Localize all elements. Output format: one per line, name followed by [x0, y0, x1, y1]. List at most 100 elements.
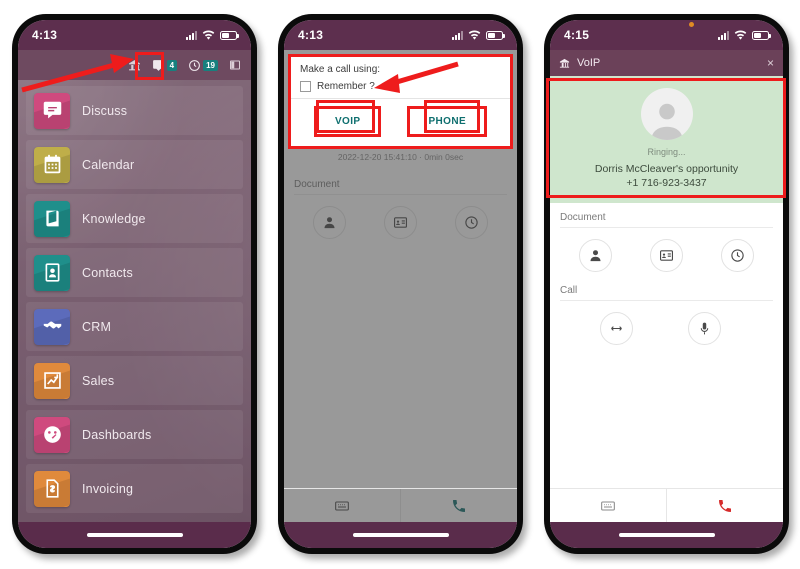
keypad-icon	[601, 500, 615, 511]
phone-call-dialog: 4:13 Dorris McCleaver's opportunity +1 7…	[278, 14, 523, 554]
knowledge-icon	[34, 200, 70, 237]
caller-number: +1 716-923-3437	[626, 177, 707, 189]
remember-checkbox[interactable]	[300, 81, 311, 92]
messages-badge: 4	[166, 59, 178, 71]
app-label: Invoicing	[82, 481, 134, 496]
dialog-actions: VOIP PHONE	[291, 98, 510, 146]
app-item-dashboards[interactable]: Dashboards	[26, 410, 243, 459]
tab-keypad[interactable]	[550, 489, 666, 522]
app-item-contacts[interactable]: Contacts	[26, 248, 243, 297]
ringing-status: Ringing...	[647, 147, 686, 157]
status-icons	[452, 30, 505, 40]
phone3-status-bar: 4:15	[550, 20, 783, 50]
phone2-content: Dorris McCleaver's opportunity +1 716-92…	[284, 50, 517, 488]
phone1-app-bar: 4 19	[18, 50, 251, 80]
battery-icon	[486, 30, 505, 40]
app-item-discuss[interactable]: Discuss	[26, 86, 243, 135]
app-item-calendar[interactable]: Calendar	[26, 140, 243, 189]
messages-indicator[interactable]: 4	[152, 59, 178, 72]
voip-phone-icon[interactable]	[128, 59, 141, 72]
discuss-icon	[34, 92, 70, 129]
panel-toggle-icon[interactable]	[229, 59, 241, 71]
voip-phone-icon	[559, 58, 570, 68]
phone-button[interactable]: PHONE	[407, 106, 488, 137]
call-actions	[560, 303, 773, 349]
wifi-icon	[468, 30, 481, 40]
recording-dot-icon	[688, 22, 694, 27]
remember-label: Remember ?	[317, 81, 375, 92]
signal-icon	[186, 30, 197, 40]
activity-badge: 19	[203, 59, 218, 71]
phone2-screen: 4:13 Dorris McCleaver's opportunity +1 7…	[284, 20, 517, 548]
document-actions	[560, 230, 773, 276]
dialog-title: Make a call using:	[300, 64, 381, 75]
person-icon[interactable]	[579, 239, 612, 272]
wifi-icon	[202, 30, 215, 40]
dashboards-icon	[34, 416, 70, 453]
app-label: Knowledge	[82, 211, 146, 226]
app-item-crm[interactable]: CRM	[26, 302, 243, 351]
battery-icon	[752, 30, 771, 40]
voip-header: VoIP ×	[550, 50, 783, 76]
dialog-body: Make a call using: Remember ?	[291, 57, 510, 98]
phone2-tabbar	[284, 488, 517, 522]
transfer-icon[interactable]	[600, 312, 634, 345]
screenshot-stage: 4:13 4 19 Discuss Calendar Knowledge Con…	[0, 0, 800, 569]
status-time: 4:13	[298, 28, 324, 42]
section-label: Document	[560, 203, 773, 228]
home-indicator[interactable]	[352, 533, 449, 537]
phone1-screen: 4:13 4 19 Discuss Calendar Knowledge Con…	[18, 20, 251, 548]
calendar-icon	[34, 146, 70, 183]
contacts-icon	[34, 254, 70, 291]
home-indicator-bar	[18, 522, 251, 548]
activity-indicator[interactable]: 19	[188, 59, 218, 72]
app-drawer: Discuss Calendar Knowledge Contacts CRM …	[18, 80, 251, 522]
app-item-invoicing[interactable]: Invoicing	[26, 464, 243, 513]
ringing-panel: Ringing... Dorris McCleaver's opportunit…	[550, 76, 783, 203]
avatar	[640, 88, 693, 140]
app-label: Contacts	[82, 265, 133, 280]
home-indicator-bar	[550, 522, 783, 548]
status-icons	[718, 30, 771, 40]
status-time: 4:13	[32, 28, 58, 42]
app-list: Discuss Calendar Knowledge Contacts CRM …	[18, 80, 251, 513]
tab-hangup[interactable]	[666, 489, 783, 522]
invoicing-icon	[34, 470, 70, 507]
clock-icon[interactable]	[721, 239, 754, 272]
phone2-status-bar: 4:13	[284, 20, 517, 50]
phone3-screen: 4:15 VoIP × Ringing... Dorris McCleaver'…	[550, 20, 783, 548]
phone3-content: Ringing... Dorris McCleaver's opportunit…	[550, 76, 783, 488]
app-label: Discuss	[82, 103, 128, 118]
home-indicator[interactable]	[618, 533, 715, 537]
crm-icon	[34, 308, 70, 345]
card-icon[interactable]	[650, 239, 683, 272]
voip-header-title: VoIP	[577, 57, 601, 69]
close-icon[interactable]: ×	[767, 56, 774, 70]
voip-button[interactable]: VOIP	[313, 106, 382, 137]
app-label: CRM	[82, 319, 112, 334]
status-time: 4:15	[564, 28, 590, 42]
phone-ringing: 4:15 VoIP × Ringing... Dorris McCleaver'…	[544, 14, 789, 554]
app-label: Sales	[82, 373, 115, 388]
status-icons	[186, 30, 239, 40]
app-label: Calendar	[82, 157, 135, 172]
chat-bubble-icon	[152, 59, 164, 71]
signal-icon	[718, 30, 729, 40]
clock-icon	[189, 59, 201, 71]
section-label: Call	[560, 276, 773, 301]
signal-icon	[452, 30, 463, 40]
phone3-document-section: Document	[550, 203, 783, 276]
call-method-dialog: Make a call using: Remember ? VOIP PHONE	[288, 54, 513, 149]
remember-checkbox-row[interactable]: Remember ?	[300, 81, 501, 92]
phone3-call-section: Call	[550, 276, 783, 349]
phone3-tabbar	[550, 488, 783, 522]
home-indicator-bar	[284, 522, 517, 548]
app-label: Dashboards	[82, 427, 152, 442]
phone1-status-bar: 4:13	[18, 20, 251, 50]
microphone-icon[interactable]	[688, 312, 722, 345]
app-item-knowledge[interactable]: Knowledge	[26, 194, 243, 243]
home-indicator[interactable]	[86, 533, 183, 537]
battery-icon	[220, 30, 239, 40]
hangup-icon	[719, 499, 731, 512]
app-item-sales[interactable]: Sales	[26, 356, 243, 405]
